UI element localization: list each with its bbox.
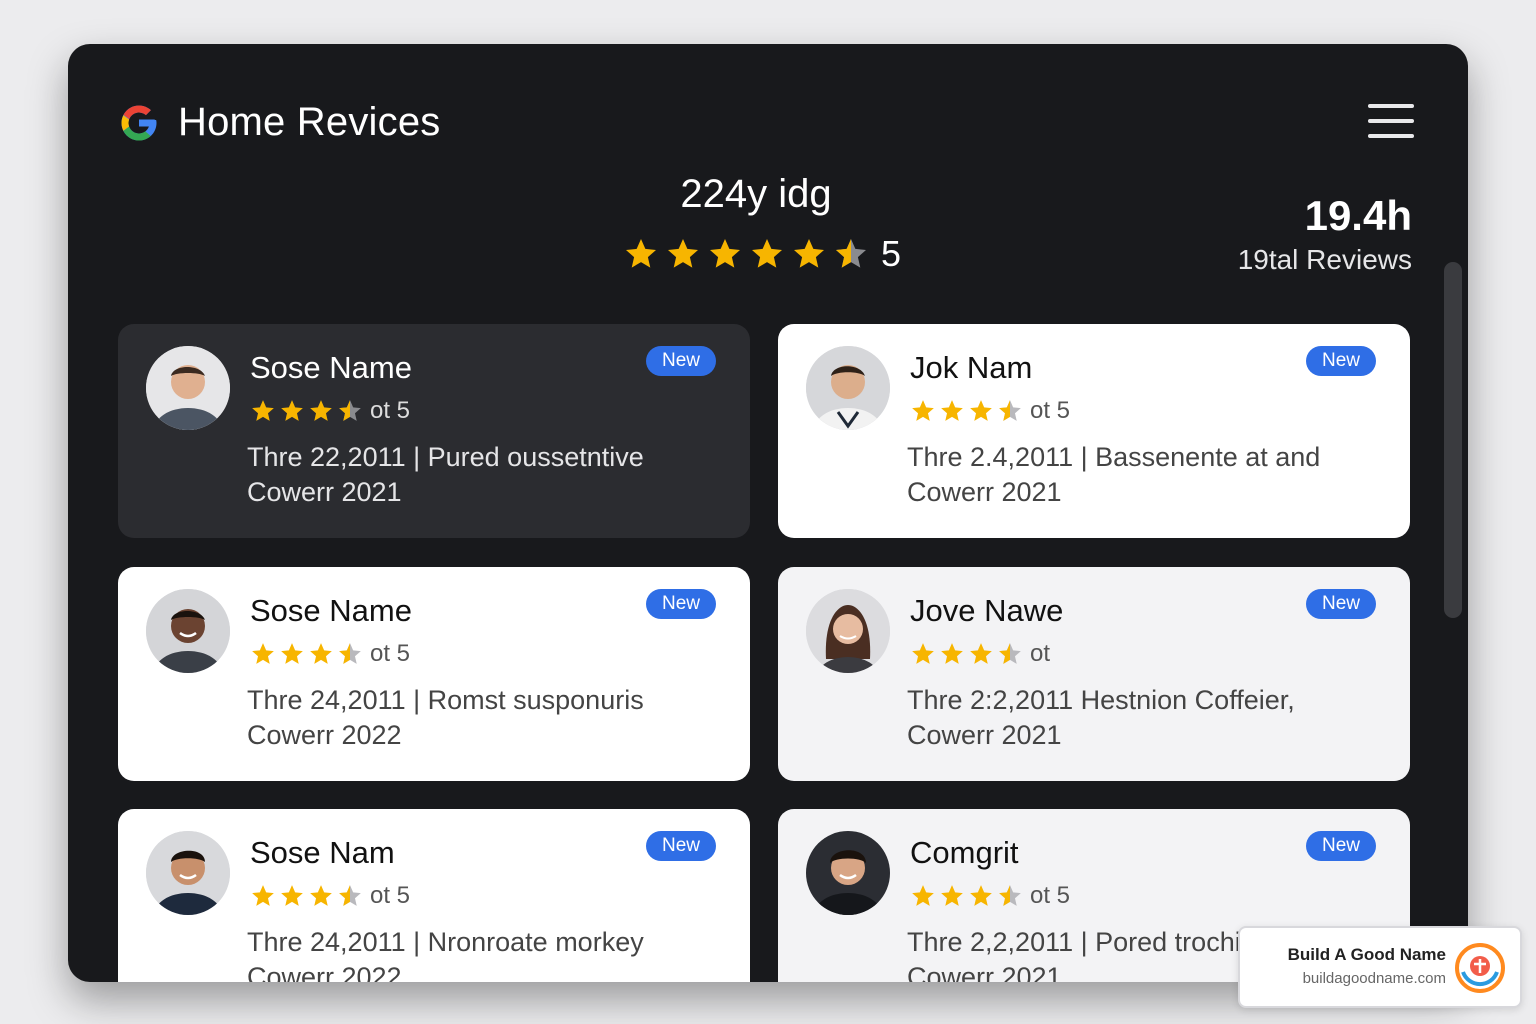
app-window: Home Revices 224y idg 5 19.4h 19tal Revi… [68, 44, 1468, 982]
star-rating: ot 5 [250, 881, 410, 911]
star-icon [794, 239, 824, 268]
star-rating: ot 5 [250, 639, 410, 669]
star-icon [281, 885, 303, 906]
star-icon [252, 643, 274, 664]
half-star-icon [999, 400, 1021, 421]
avatar [806, 831, 890, 915]
total-reviews-label: 19tal Reviews [1237, 244, 1412, 275]
summary-title: 224y idg [680, 172, 832, 216]
watermark-url: buildagoodname.com [1302, 970, 1446, 987]
star-icon [912, 643, 934, 664]
half-star-icon [339, 400, 361, 421]
star-icon [252, 400, 274, 421]
reviewer-name: Sose Name [250, 350, 412, 385]
star-icon [752, 239, 782, 268]
star-icon [281, 400, 303, 421]
hamburger-menu-icon[interactable] [1368, 104, 1414, 140]
new-badge: New [645, 831, 716, 861]
star-icon [970, 885, 992, 906]
watermark-badge[interactable]: Build A Good Name buildagoodname.com [1238, 926, 1522, 1008]
reviewer-name: Jok Nam [910, 350, 1033, 385]
google-g-icon [121, 105, 157, 141]
star-icon [710, 239, 740, 268]
rating-out-of: ot 5 [370, 397, 411, 424]
review-card[interactable]: Jove Nawe New ot Thre 2:2,2011 Hestnion … [778, 567, 1410, 781]
app-title: Home Revices [178, 100, 441, 144]
new-badge: New [645, 589, 716, 619]
avatar [806, 346, 890, 430]
star-icon [912, 400, 934, 421]
avatar [146, 589, 230, 673]
scrollbar[interactable] [1444, 262, 1462, 618]
new-badge: New [645, 346, 716, 376]
half-star-icon [999, 885, 1021, 906]
review-text: Thre 2:2,2011 Hestnion Coffeier, Cowerr … [907, 683, 1387, 753]
rating-out-of: ot [1030, 640, 1051, 667]
avatar [146, 831, 230, 915]
star-icon [668, 239, 698, 268]
review-date: Cowerr 2021 [907, 477, 1062, 507]
new-badge: New [1305, 589, 1376, 619]
reviewer-name: Sose Nam [250, 835, 395, 870]
star-icon [281, 643, 303, 664]
review-card[interactable]: Jok Nam New ot 5 Thre 2.4,2011 | Bassene… [778, 324, 1410, 538]
star-icon [310, 643, 332, 664]
review-date: Cowerr 2022 [247, 720, 402, 750]
star-icon [626, 239, 656, 268]
star-rating: ot [910, 639, 1050, 669]
review-card[interactable]: Sose Name New ot 5 Thre 22,2011 | Pured … [118, 324, 750, 538]
review-date: Cowerr 2022 [247, 962, 402, 982]
review-line: Thre 2:2,2011 Hestnion Coffeier, [907, 685, 1295, 715]
half-star-icon [836, 239, 866, 268]
reviewer-name: Comgrit [910, 835, 1019, 870]
reviewer-name: Sose Name [250, 593, 412, 628]
rating-out-of: ot 5 [370, 640, 411, 667]
rating-out-of: ot 5 [1030, 882, 1071, 909]
star-rating: ot 5 [910, 881, 1070, 911]
rating-out-of: ot 5 [1030, 397, 1071, 424]
avatar [146, 346, 230, 430]
star-icon [310, 885, 332, 906]
star-icon [941, 400, 963, 421]
new-badge: New [1305, 831, 1376, 861]
review-card[interactable]: Sose Name New ot 5 Thre 24,2011 | Romst … [118, 567, 750, 781]
rating-value: 5 [881, 233, 902, 274]
star-icon [970, 400, 992, 421]
review-card[interactable]: Sose Nam New ot 5 Thre 24,2011 | Nronroa… [118, 809, 750, 982]
reviewer-name: Jove Nawe [910, 593, 1064, 628]
review-line: Thre 24,2011 | Romst susponuris [247, 685, 644, 715]
review-text: Thre 2.4,2011 | Bassenente at and Cowerr… [907, 440, 1387, 510]
summary-rating: 5 [623, 232, 901, 276]
star-icon [970, 643, 992, 664]
star-rating: ot 5 [910, 396, 1070, 426]
half-star-icon [999, 643, 1021, 664]
star-icon [252, 885, 274, 906]
review-text: Thre 24,2011 | Romst susponuris Cowerr 2… [247, 683, 727, 753]
total-review-count: 19.4h [1304, 192, 1412, 239]
review-line: Thre 24,2011 | Nronroate morkey [247, 927, 644, 957]
star-icon [941, 643, 963, 664]
review-text: Thre 22,2011 | Pured oussetntive Cowerr … [247, 440, 727, 510]
review-line: Thre 2.4,2011 | Bassenente at and [907, 442, 1321, 472]
star-icon [941, 885, 963, 906]
watermark-title: Build A Good Name [1287, 945, 1446, 964]
brand-logo-icon [1455, 943, 1505, 993]
star-rating: ot 5 [250, 396, 410, 426]
rating-out-of: ot 5 [370, 882, 411, 909]
review-line: Thre 22,2011 | Pured oussetntive [247, 442, 644, 472]
half-star-icon [339, 643, 361, 664]
review-text: Thre 24,2011 | Nronroate morkey Cowerr 2… [247, 925, 727, 982]
half-star-icon [339, 885, 361, 906]
review-date: Cowerr 2021 [907, 720, 1062, 750]
review-date: Cowerr 2021 [247, 477, 402, 507]
star-icon [912, 885, 934, 906]
new-badge: New [1305, 346, 1376, 376]
avatar [806, 589, 890, 673]
star-icon [310, 400, 332, 421]
